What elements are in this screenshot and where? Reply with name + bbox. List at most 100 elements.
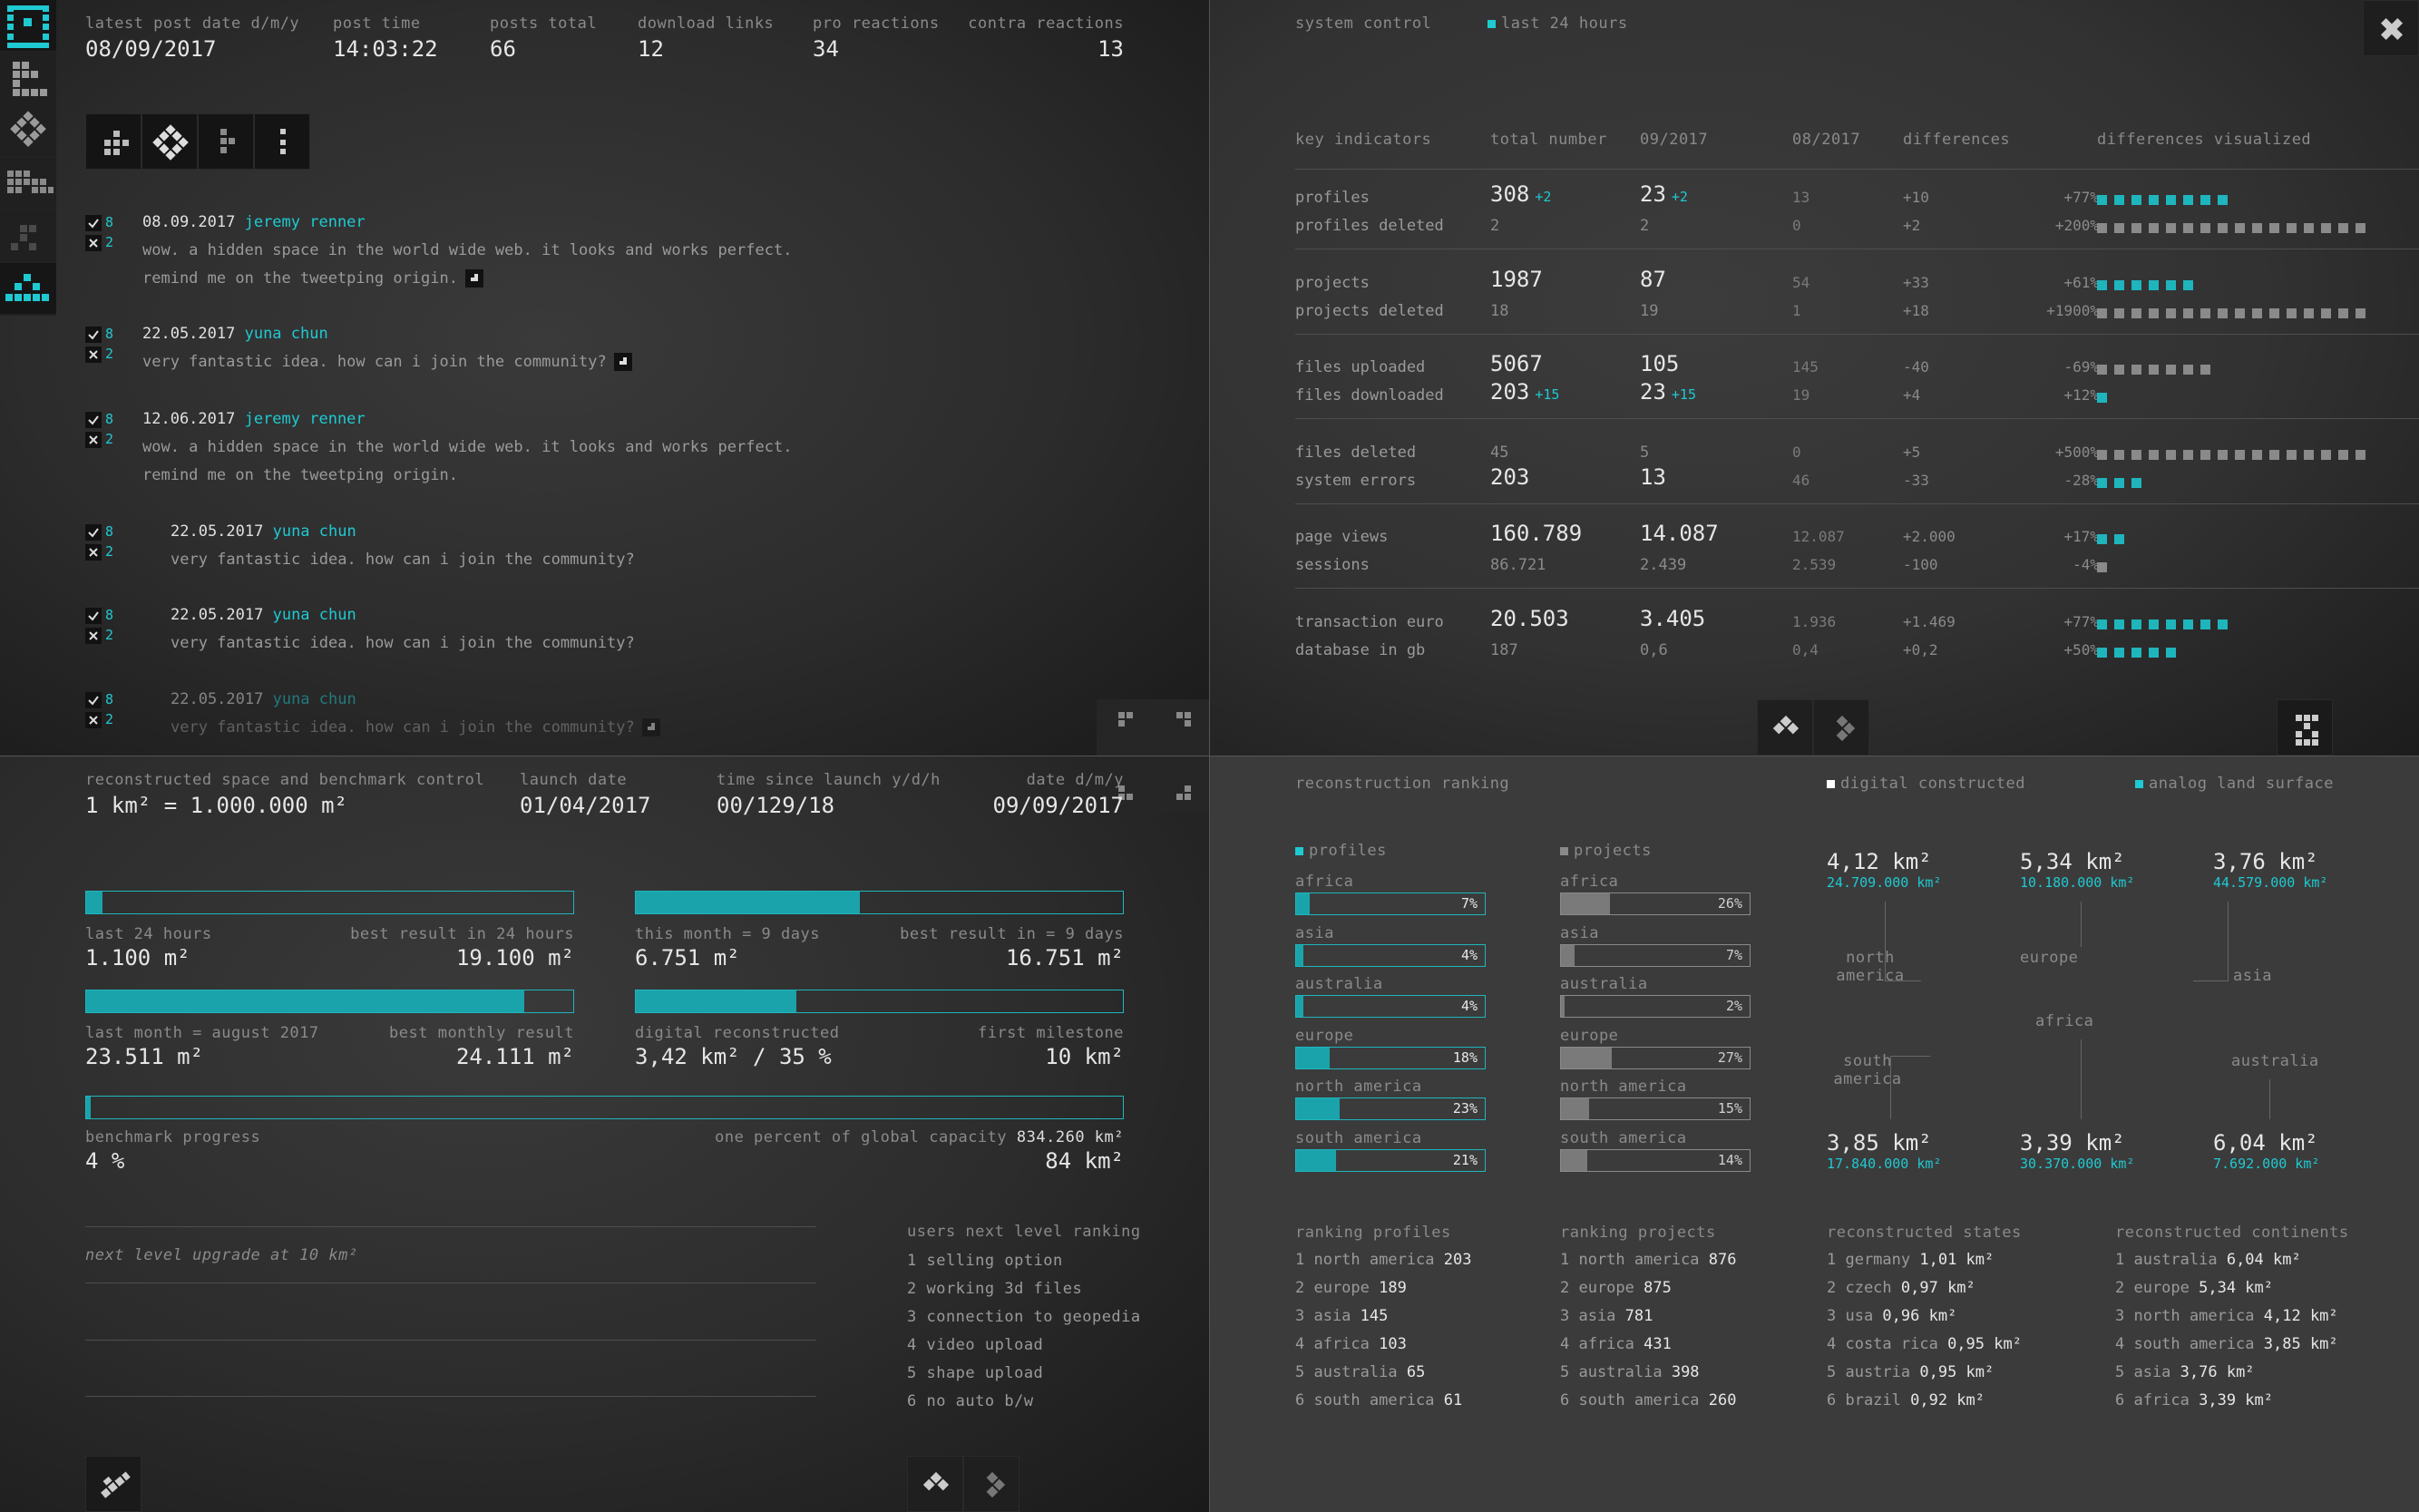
ranking-project-item[interactable]: 4 africa 431 — [1560, 1331, 1672, 1359]
table-row[interactable]: profiles 308 +2 23 +2 13 +10 +77% — [1295, 181, 2419, 207]
filter-blocks-button[interactable] — [85, 113, 141, 170]
pro-vote[interactable]: 8 — [85, 689, 122, 709]
state-item[interactable]: 4 costa rica 0,95 km² — [1827, 1331, 2022, 1359]
post[interactable]: 22.05.2017 yuna chun very fantastic idea.… — [171, 601, 635, 658]
pro-vote[interactable]: 8 — [85, 605, 122, 625]
legend-analog[interactable]: analog land surface — [2135, 775, 2334, 793]
contra-vote[interactable]: 2 — [85, 429, 122, 449]
ranking-item[interactable]: 3 connection to geopedia — [907, 1308, 1141, 1326]
ranking-profile-item[interactable]: 2 europe 189 — [1295, 1274, 1407, 1302]
filter-column-button[interactable] — [198, 113, 254, 170]
profile-bar[interactable]: 4% — [1295, 943, 1486, 967]
continent-item[interactable]: 5 asia 3,76 km² — [2115, 1359, 2255, 1387]
post[interactable]: 08.09.2017 jeremy renner wow. a hidden sp… — [142, 209, 792, 293]
pixel-diamond-icon[interactable] — [0, 105, 56, 158]
state-item[interactable]: 3 usa 0,96 km² — [1827, 1302, 1956, 1331]
table-row[interactable]: sessions 86.721 2.439 2.539 -100 -4% — [1295, 549, 2419, 574]
ranking-item[interactable]: 2 working 3d files — [907, 1280, 1082, 1298]
post[interactable]: 22.05.2017 yuna chun very fantastic idea.… — [171, 686, 660, 742]
ranking-next-button[interactable] — [963, 1456, 1019, 1512]
continent-item[interactable]: 4 south america 3,85 km² — [2115, 1331, 2338, 1359]
ranking-item[interactable]: 6 no auto b/w — [907, 1392, 1034, 1410]
profile-bar[interactable]: 18% — [1295, 1046, 1486, 1069]
contra-vote[interactable]: 2 — [85, 625, 122, 645]
export-grid-button[interactable] — [2277, 699, 2333, 756]
pixel-cyan-icon[interactable] — [0, 263, 56, 316]
ranking-profile-item[interactable]: 4 africa 103 — [1295, 1331, 1407, 1359]
post-author[interactable]: yuna chun — [273, 606, 356, 624]
table-row[interactable]: files downloaded 203 +15 23 +15 19 +4 +12% — [1295, 379, 2419, 405]
ranking-project-item[interactable]: 5 australia 398 — [1560, 1359, 1700, 1387]
table-row[interactable]: profiles deleted 2 2 0 +2 +200% — [1295, 210, 2419, 235]
continent-item[interactable]: 1 australia 6,04 km² — [2115, 1246, 2301, 1274]
post-author[interactable]: jeremy renner — [245, 410, 366, 428]
ranking-project-item[interactable]: 3 asia 781 — [1560, 1302, 1653, 1331]
post-author[interactable]: yuna chun — [245, 325, 328, 343]
ranking-item[interactable]: 4 video upload — [907, 1336, 1043, 1354]
table-row[interactable]: system errors 203 13 46 -33 -28% — [1295, 464, 2419, 490]
ranking-project-item[interactable]: 1 north america 876 — [1560, 1246, 1736, 1274]
edit-tool-button[interactable] — [85, 1456, 141, 1512]
diamond-right-button[interactable] — [1813, 699, 1869, 756]
contra-vote[interactable]: 2 — [85, 232, 122, 252]
table-row[interactable]: page views 160.789 14.087 12.087 +2.000 +17% — [1295, 521, 2419, 546]
pixel-smiley-icon[interactable] — [0, 0, 56, 53]
contra-vote[interactable]: 2 — [85, 344, 122, 364]
table-row[interactable]: files uploaded 5067 105 145 -40 -69% — [1295, 351, 2419, 376]
pro-vote[interactable]: 8 — [85, 409, 122, 429]
table-row[interactable]: projects 1987 87 54 +33 +61% — [1295, 267, 2419, 292]
pro-vote[interactable]: 8 — [85, 324, 122, 344]
state-item[interactable]: 1 germany 1,01 km² — [1827, 1246, 1994, 1274]
profile-bar[interactable]: 4% — [1295, 995, 1486, 1018]
ranking-item[interactable]: 5 shape upload — [907, 1364, 1043, 1382]
post[interactable]: 22.05.2017 yuna chun very fantastic idea.… — [171, 518, 635, 574]
pixel-dim-icon[interactable] — [0, 210, 56, 263]
diamond-left-button[interactable] — [1757, 699, 1813, 756]
project-bar[interactable]: 15% — [1560, 1097, 1751, 1120]
close-panel-button[interactable] — [2363, 0, 2419, 56]
continent-item[interactable]: 6 africa 3,39 km² — [2115, 1387, 2273, 1415]
last-24-hours-filter[interactable]: last 24 hours — [1487, 15, 1628, 33]
continent-item[interactable]: 2 europe 5,34 km² — [2115, 1274, 2273, 1302]
post-author[interactable]: yuna chun — [273, 522, 356, 541]
project-bar[interactable]: 26% — [1560, 893, 1751, 915]
pixel-grid-icon[interactable] — [0, 158, 56, 210]
project-bar[interactable]: 7% — [1560, 943, 1751, 967]
table-row[interactable]: files deleted 45 5 0 +5 +500% — [1295, 436, 2419, 462]
profile-bar[interactable]: 21% — [1295, 1148, 1486, 1172]
filter-dots-button[interactable] — [254, 113, 310, 170]
ranking-profile-item[interactable]: 1 north america 203 — [1295, 1246, 1471, 1274]
profile-bar[interactable]: 23% — [1295, 1097, 1486, 1120]
quadrant-toggle-tr-button[interactable] — [1153, 756, 1209, 813]
ranking-prev-button[interactable] — [907, 1456, 963, 1512]
ranking-profile-item[interactable]: 5 australia 65 — [1295, 1359, 1425, 1387]
quadrant-toggle-bl-button[interactable] — [1097, 699, 1153, 756]
ranking-profile-item[interactable]: 3 asia 145 — [1295, 1302, 1388, 1331]
project-bar[interactable]: 2% — [1560, 995, 1751, 1018]
ranking-project-item[interactable]: 6 south america 260 — [1560, 1387, 1736, 1415]
project-bar[interactable]: 27% — [1560, 1046, 1751, 1069]
post[interactable]: 22.05.2017 yuna chun very fantastic idea.… — [142, 320, 632, 376]
pro-vote[interactable]: 8 — [85, 212, 122, 232]
profile-bar[interactable]: 7% — [1295, 893, 1486, 915]
table-row[interactable]: transaction euro 20.503 3.405 1.936 +1.469 +7… — [1295, 606, 2419, 631]
table-row[interactable]: projects deleted 18 19 1 +18 +1900% — [1295, 295, 2419, 320]
contra-vote[interactable]: 2 — [85, 709, 122, 729]
table-row[interactable]: database in gb 187 0,6 0,4 +0,2 +50% — [1295, 634, 2419, 659]
post-author[interactable]: yuna chun — [273, 690, 356, 708]
state-item[interactable]: 6 brazil 0,92 km² — [1827, 1387, 1985, 1415]
continent-item[interactable]: 3 north america 4,12 km² — [2115, 1302, 2338, 1331]
project-bar[interactable]: 14% — [1560, 1148, 1751, 1172]
attachment-icon[interactable] — [641, 718, 660, 736]
post[interactable]: 12.06.2017 jeremy renner wow. a hidden sp… — [142, 405, 792, 490]
ranking-profile-item[interactable]: 6 south america 61 — [1295, 1387, 1462, 1415]
pixel-blocks-icon[interactable] — [0, 53, 56, 105]
pro-vote[interactable]: 8 — [85, 522, 122, 541]
ranking-project-item[interactable]: 2 europe 875 — [1560, 1274, 1672, 1302]
filter-diamond-button[interactable] — [141, 113, 198, 170]
attachment-icon[interactable] — [465, 269, 483, 288]
ranking-item[interactable]: 1 selling option — [907, 1252, 1063, 1270]
contra-vote[interactable]: 2 — [85, 541, 122, 561]
state-item[interactable]: 2 czech 0,97 km² — [1827, 1274, 1975, 1302]
attachment-icon[interactable] — [613, 353, 632, 371]
